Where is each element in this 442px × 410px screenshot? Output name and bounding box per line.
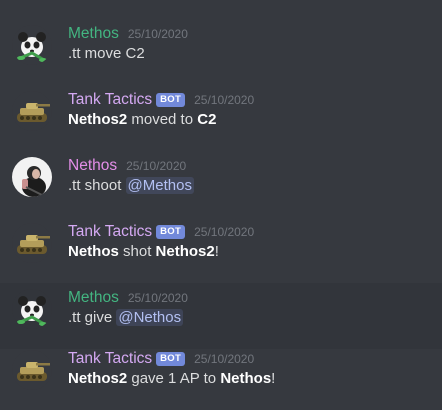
- chat-message: Nethos 25/10/2020 .tt shoot @Methos: [0, 151, 442, 217]
- username[interactable]: Methos: [68, 288, 119, 308]
- bold-text: Nethos: [68, 243, 119, 260]
- chat-message: Tank Tactics BOT 25/10/2020 Nethos shot …: [0, 217, 442, 283]
- username[interactable]: Tank Tactics: [68, 349, 152, 369]
- tank-avatar-icon[interactable]: [12, 350, 52, 390]
- message-text: gave 1 AP to: [127, 370, 221, 387]
- user-mention[interactable]: @Nethos: [116, 309, 184, 326]
- message-content: Nethos shot Nethos2!: [68, 242, 219, 262]
- message-text: shot: [118, 243, 156, 260]
- chat-message: Methos 25/10/2020 .tt move C2: [0, 19, 442, 85]
- message-header: Tank Tactics BOT 25/10/2020: [68, 90, 254, 110]
- chat-message: Tank Tactics BOT 25/10/2020 Nethos2 gave…: [0, 344, 442, 410]
- username[interactable]: Tank Tactics: [68, 90, 152, 110]
- timestamp: 25/10/2020: [194, 225, 255, 239]
- chat-message: Tank Tactics BOT 25/10/2020 Nethos2 move…: [0, 85, 442, 151]
- nethos-avatar-icon[interactable]: [12, 157, 52, 197]
- timestamp: 25/10/2020: [127, 291, 188, 305]
- message-content: .tt give @Nethos: [68, 308, 184, 328]
- bot-badge: BOT: [156, 93, 186, 107]
- panda-avatar-icon[interactable]: [12, 289, 52, 329]
- bold-text: C2: [197, 111, 217, 128]
- message-header: Tank Tactics BOT 25/10/2020: [68, 349, 254, 369]
- username[interactable]: Nethos: [68, 156, 117, 176]
- message-header: Nethos 25/10/2020: [68, 156, 186, 176]
- message-content: Nethos2 moved to C2: [68, 110, 216, 130]
- chat-message-list: Methos 25/10/2020 .tt move C2 Tank Tacti…: [0, 0, 442, 410]
- message-text: .tt shoot: [68, 177, 126, 194]
- bold-text: Nethos: [220, 370, 272, 387]
- tank-avatar-icon[interactable]: [12, 223, 52, 263]
- message-text: !: [271, 370, 276, 387]
- bold-text: Nethos2: [155, 243, 215, 260]
- message-text: moved to: [127, 111, 198, 128]
- message-content: .tt shoot @Methos: [68, 176, 194, 196]
- bot-badge: BOT: [156, 225, 186, 239]
- message-header: Methos 25/10/2020: [68, 288, 188, 308]
- message-content: .tt move C2: [68, 44, 145, 64]
- bot-badge: BOT: [156, 352, 186, 366]
- message-header: Methos 25/10/2020: [68, 24, 188, 44]
- user-mention[interactable]: @Methos: [125, 177, 194, 194]
- bold-text: Nethos2: [68, 370, 128, 387]
- timestamp: 25/10/2020: [126, 159, 187, 173]
- panda-avatar-icon[interactable]: [12, 25, 52, 65]
- timestamp: 25/10/2020: [127, 27, 188, 41]
- message-content: Nethos2 gave 1 AP to Nethos!: [68, 369, 275, 389]
- username[interactable]: Tank Tactics: [68, 222, 152, 242]
- bold-text: Nethos2: [68, 111, 128, 128]
- tank-avatar-icon[interactable]: [12, 91, 52, 131]
- chat-message: Methos 25/10/2020 .tt give @Nethos: [0, 283, 442, 349]
- message-text: .tt move C2: [68, 45, 145, 62]
- timestamp: 25/10/2020: [194, 352, 255, 366]
- username[interactable]: Methos: [68, 24, 119, 44]
- message-header: Tank Tactics BOT 25/10/2020: [68, 222, 254, 242]
- message-text: !: [214, 243, 219, 260]
- timestamp: 25/10/2020: [194, 93, 255, 107]
- message-text: .tt give: [68, 309, 117, 326]
